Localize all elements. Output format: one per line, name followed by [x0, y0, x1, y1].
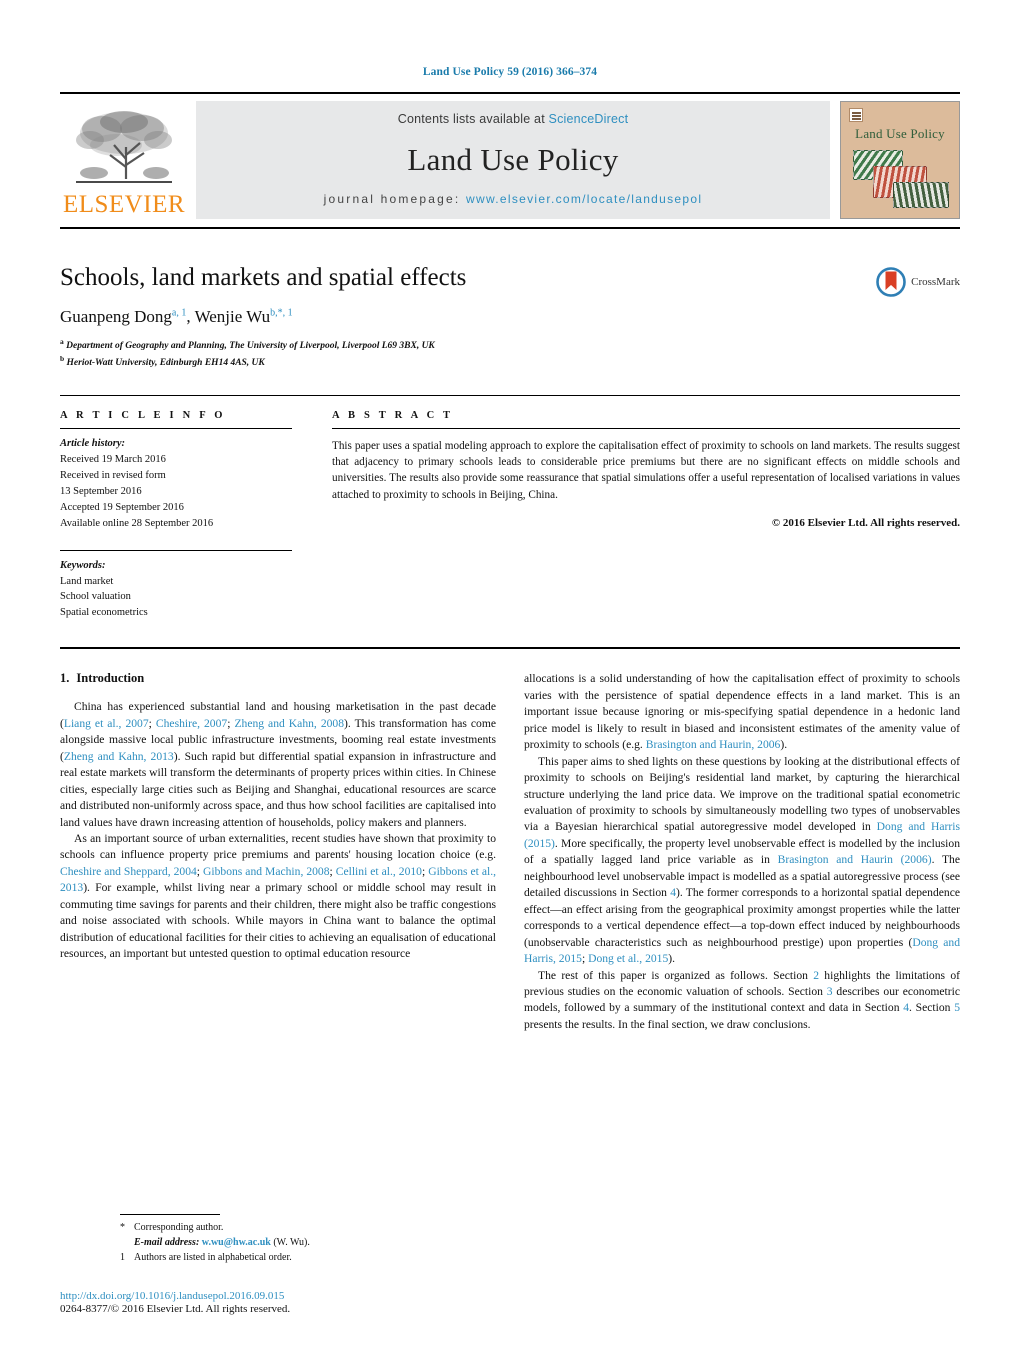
history-line: Available online 28 September 2016	[60, 517, 214, 529]
doi-link[interactable]: http://dx.doi.org/10.1016/j.landusepol.2…	[60, 1290, 660, 1302]
footnotes-area: * Corresponding author. E-mail address: w…	[60, 1214, 960, 1265]
keyword-item: Spatial econometrics	[60, 607, 148, 619]
body-column-left: 1. Introduction China has experienced sub…	[60, 671, 496, 1033]
homepage-url-link[interactable]: www.elsevier.com/locate/landusepol	[466, 192, 702, 206]
affiliation-text: Department of Geography and Planning, Th…	[66, 341, 435, 352]
section-title: Introduction	[76, 671, 145, 686]
author-list: Guanpeng Donga, 1, Wenjie Wub,*, 1	[60, 307, 960, 327]
title-block: Schools, land markets and spatial effect…	[60, 263, 960, 371]
paragraph: China has experienced substantial land a…	[60, 700, 497, 829]
affiliation-item: b Heriot-Watt University, Edinburgh EH14…	[60, 354, 960, 371]
paragraph: allocations is a solid understanding of …	[524, 672, 960, 752]
masthead: ELSEVIER Contents lists available at Sci…	[60, 92, 960, 219]
journal-cover-thumbnail: Land Use Policy	[840, 101, 960, 219]
abstract-heading: A B S T R A C T	[332, 409, 454, 421]
homepage-line: journal homepage: www.elsevier.com/locat…	[324, 192, 703, 206]
affiliation-text: Heriot-Watt University, Edinburgh EH14 4…	[66, 358, 265, 369]
history-line: Accepted 19 September 2016	[60, 501, 184, 513]
article-info-rule	[60, 427, 292, 429]
keywords-rule	[60, 549, 292, 551]
article-info-heading: A R T I C L E I N F O	[60, 409, 226, 421]
footnote-text: Authors are listed in alphabetical order…	[134, 1252, 292, 1263]
keywords-body: Keywords: Land market School valuation S…	[60, 558, 292, 622]
keyword-item: School valuation	[60, 591, 131, 603]
contents-prefix: Contents lists available at	[397, 112, 549, 126]
author-marks: a, 1	[171, 307, 187, 319]
homepage-label: journal homepage:	[323, 192, 461, 206]
paragraph: As an important source of urban external…	[60, 832, 497, 961]
history-line: Received in revised form	[60, 469, 166, 481]
cover-image-tile-3	[893, 182, 949, 208]
article-info-column: A R T I C L E I N F O Article history: R…	[60, 410, 292, 622]
footnote-rule	[120, 1214, 220, 1215]
section-number: 1.	[60, 671, 70, 686]
paragraph: This paper aims to shed lights on these …	[524, 754, 961, 966]
footnote-corresponding: * Corresponding author.	[120, 1220, 556, 1235]
issn-copyright-line: 0264-8377/© 2016 Elsevier Ltd. All right…	[60, 1303, 291, 1315]
abstract-copyright: © 2016 Elsevier Ltd. All rights reserved…	[771, 516, 960, 529]
affiliation-mark: b	[60, 353, 65, 363]
running-head: Land Use Policy 59 (2016) 366–374	[422, 66, 598, 78]
keywords-label: Keywords:	[60, 559, 106, 571]
cover-title: Land Use Policy	[855, 126, 945, 141]
author-name: Wenjie Wu	[194, 307, 271, 326]
body-column-right: allocations is a solid understanding of …	[524, 671, 960, 1033]
contents-line: Contents lists available at ScienceDirec…	[398, 112, 629, 126]
footnote-mark: 1	[120, 1252, 125, 1263]
author-separator: ,	[186, 307, 195, 326]
affiliations: a Department of Geography and Planning, …	[60, 337, 960, 371]
footnote-mark: *	[120, 1222, 125, 1233]
elsevier-tree-icon	[76, 111, 172, 183]
article-history-label: Article history:	[60, 437, 126, 449]
journal-name: Land Use Policy	[407, 141, 619, 177]
info-bottom-rule	[60, 647, 960, 650]
history-line: Received 19 March 2016	[60, 453, 166, 465]
section-heading: 1. Introduction	[60, 671, 496, 686]
affiliation-mark: a	[60, 337, 64, 346]
keyword-item: Land market	[60, 575, 114, 587]
crossmark-icon	[876, 267, 906, 297]
info-abstract-area: A R T I C L E I N F O Article history: R…	[60, 396, 960, 622]
email-suffix: (W. Wu).	[273, 1237, 310, 1248]
footnote-text: Corresponding author.	[134, 1222, 224, 1233]
abstract-column: A B S T R A C T This paper uses a spatia…	[332, 410, 960, 622]
elsevier-logo: ELSEVIER	[60, 101, 188, 219]
author-name: Guanpeng Dong	[60, 307, 172, 326]
affiliation-item: a Department of Geography and Planning, …	[60, 337, 960, 354]
elsevier-wordmark: ELSEVIER	[62, 191, 186, 218]
body-columns: 1. Introduction China has experienced sub…	[60, 671, 960, 1033]
author-marks: b,*, 1	[270, 307, 293, 319]
abstract-rule	[332, 427, 960, 429]
footnote-email: E-mail address: w.wu@hw.ac.uk (W. Wu).	[120, 1235, 556, 1250]
paper-page: Land Use Policy 59 (2016) 366–374 ELSEVI…	[0, 0, 1020, 1351]
journal-band: Contents lists available at ScienceDirec…	[196, 101, 830, 219]
footer-doi-block: http://dx.doi.org/10.1016/j.landusepol.2…	[60, 1290, 660, 1315]
crossmark-badge[interactable]: CrossMark	[876, 267, 960, 297]
crossmark-label: CrossMark	[911, 276, 960, 288]
article-history: Article history: Received 19 March 2016 …	[60, 436, 292, 532]
masthead-bottom-rule	[60, 227, 960, 229]
keywords-block: Keywords: Land market School valuation S…	[60, 549, 292, 622]
email-link[interactable]: w.wu@hw.ac.uk	[202, 1237, 271, 1248]
abstract-text: This paper uses a spatial modeling appro…	[332, 439, 960, 501]
paragraph: The rest of this paper is organized as f…	[524, 968, 960, 1031]
history-line: 13 September 2016	[60, 485, 142, 497]
page-title: Schools, land markets and spatial effect…	[60, 264, 467, 291]
sciencedirect-link[interactable]: ScienceDirect	[549, 112, 629, 126]
cover-elsevier-mark-icon	[849, 108, 863, 122]
email-label: E-mail address:	[134, 1237, 200, 1248]
footnote-authors-order: 1 Authors are listed in alphabetical orde…	[120, 1250, 556, 1265]
